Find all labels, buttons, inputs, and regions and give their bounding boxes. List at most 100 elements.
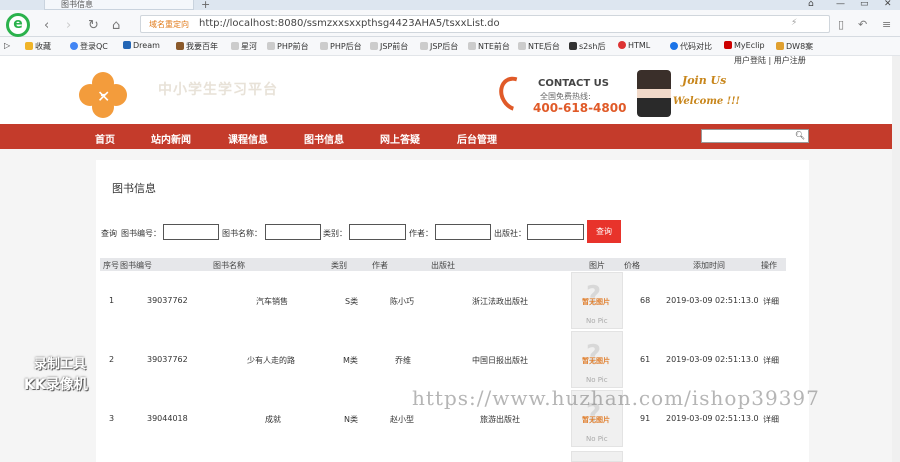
cell-name: 成就 — [265, 415, 281, 424]
address-bar-row: e ‹ › ↻ ⌂ 域名重定向 http://localhost:8080/ss… — [0, 10, 900, 37]
author-input[interactable] — [435, 224, 491, 240]
detail-link[interactable]: 详细 — [763, 355, 779, 366]
page-scrollbar[interactable] — [892, 56, 900, 462]
cell-author: 乔维 — [395, 356, 411, 365]
nav-admin[interactable]: 后台管理 — [457, 131, 497, 146]
no-picture-image: ? 暂无图片 No Pic — [571, 331, 623, 388]
cell-no: 3 — [109, 414, 115, 423]
minimize-button[interactable]: — — [836, 0, 845, 9]
bookmark-item[interactable]: s2sh后 — [569, 41, 606, 52]
filter-label-code: 图书编号： — [121, 229, 161, 238]
bookmark-item[interactable]: NTE后台 — [518, 41, 560, 52]
sidebar-icon[interactable]: ▯ — [838, 18, 844, 31]
refresh-icon[interactable]: ↻ — [88, 18, 99, 33]
detail-link[interactable]: 详细 — [763, 296, 779, 307]
cell-code: 39037762 — [147, 296, 188, 305]
filter-label-name: 图书名称： — [222, 229, 262, 238]
bookmark-item[interactable]: PHP后台 — [320, 41, 362, 52]
bookmark-toggle-icon[interactable]: ▷ — [4, 41, 10, 50]
category-input[interactable] — [349, 224, 406, 240]
nav-books[interactable]: 图书信息 — [304, 131, 344, 146]
site-title: 中小学生学习平台 — [158, 82, 278, 98]
cell-author: 赵小型 — [390, 415, 414, 424]
undo-icon[interactable]: ↶ — [858, 18, 867, 31]
nav-courses[interactable]: 课程信息 — [228, 131, 268, 146]
cell-name: 少有人走的路 — [247, 356, 295, 365]
secure-label: 域名重定向 — [149, 20, 189, 29]
table-header: 序号 图书编号 图书名称 类别 作者 出版社 图片 价格 添加时间 操作 — [100, 258, 786, 271]
url-field[interactable]: 域名重定向 http://localhost:8080/ssmzxxsxxpth… — [140, 15, 830, 33]
publisher-input[interactable] — [527, 224, 584, 240]
cell-time: 2019-03-09 02:51:13.0 — [666, 414, 759, 423]
bookmark-item[interactable]: Dream — [123, 41, 160, 50]
search-button[interactable]: 查询 — [587, 220, 621, 243]
forward-icon[interactable]: › — [66, 18, 71, 33]
bookmark-item[interactable]: JSP前台 — [370, 41, 408, 52]
no-picture-image: ? 暂无图片 No Pic — [571, 272, 623, 329]
pin-icon[interactable]: ⌂ — [808, 0, 814, 9]
nav-qa[interactable]: 网上答疑 — [380, 131, 420, 146]
col-header: 序号 — [103, 261, 119, 270]
nav-home[interactable]: 首页 — [95, 131, 115, 146]
col-header: 操作 — [761, 261, 777, 270]
site-search-input[interactable]: 🔍︎ — [701, 129, 809, 143]
cell-no: 1 — [109, 296, 115, 305]
bookmarks-bar: ▷ 收藏 登录QC Dream 我要百年 星河 PHP前台 PHP后台 JSP前… — [0, 37, 900, 56]
cell-price: 68 — [640, 296, 651, 305]
bookmark-item[interactable]: HTML — [618, 41, 650, 50]
bookmark-item[interactable]: NTE前台 — [468, 41, 510, 52]
cell-publisher: 浙江法政出版社 — [472, 297, 528, 306]
col-header: 价格 — [624, 261, 640, 270]
cell-category: M类 — [343, 356, 358, 365]
bookmark-item[interactable]: DW8案 — [776, 41, 813, 52]
book-name-input[interactable] — [265, 224, 321, 240]
bookmark-item[interactable]: PHP前台 — [267, 41, 309, 52]
bookmark-item[interactable]: 我要百年 — [176, 41, 218, 52]
browser-tab[interactable]: 图书信息 — [44, 0, 194, 10]
cell-price: 91 — [640, 414, 651, 423]
recorder-watermark: KK录像机 — [24, 377, 88, 393]
col-header: 添加时间 — [693, 261, 725, 270]
bookmark-item[interactable]: 代码对比 — [670, 41, 712, 52]
back-icon[interactable]: ‹ — [44, 18, 49, 33]
bookmark-item[interactable]: 收藏 — [25, 41, 51, 52]
cell-publisher: 旅游出版社 — [480, 415, 520, 424]
join-text: Join Us — [682, 74, 727, 87]
url-text: http://localhost:8080/ssmzxxsxxpthsg4423… — [199, 18, 500, 29]
cell-category: S类 — [345, 297, 359, 306]
filter-label-search: 查询 — [101, 229, 117, 238]
lightning-icon[interactable]: ⚡ — [791, 18, 797, 28]
col-header: 类别 — [331, 261, 347, 270]
cell-time: 2019-03-09 02:51:13.0 — [666, 355, 759, 364]
filter-label-category: 类别： — [323, 229, 347, 238]
cell-publisher: 中国日报出版社 — [472, 356, 528, 365]
bookmark-item[interactable]: JSP后台 — [420, 41, 458, 52]
col-header: 图片 — [589, 261, 605, 270]
bookmark-item[interactable]: 登录QC — [70, 41, 108, 52]
detail-link[interactable]: 详细 — [763, 414, 779, 425]
maximize-button[interactable]: ▭ — [860, 0, 869, 9]
book-code-input[interactable] — [163, 224, 219, 240]
cell-price: 61 — [640, 355, 651, 364]
bookmark-item[interactable]: 星河 — [231, 41, 257, 52]
home-icon[interactable]: ⌂ — [112, 18, 120, 33]
user-links[interactable]: 用户登陆 | 用户注册 — [734, 55, 806, 66]
bookmark-item[interactable]: MyEclip — [724, 41, 765, 50]
col-header: 作者 — [372, 261, 388, 270]
banner-photo — [637, 70, 671, 117]
close-button[interactable]: ✕ — [884, 0, 892, 9]
cell-name: 汽车销售 — [256, 297, 288, 306]
menu-icon[interactable]: ≡ — [882, 18, 891, 31]
cell-author: 陈小巧 — [390, 297, 414, 306]
col-header: 出版社 — [431, 261, 455, 270]
welcome-text: Welcome !!! — [673, 96, 740, 107]
tab-title: 图书信息 — [61, 0, 93, 9]
browser-logo-icon: e — [6, 13, 30, 37]
cell-code: 39044018 — [147, 414, 188, 423]
site-logo-icon: ✕ — [79, 72, 127, 118]
phone-icon — [493, 70, 537, 118]
cell-code: 39037762 — [147, 355, 188, 364]
filter-label-author: 作者： — [409, 229, 433, 238]
search-icon[interactable]: 🔍︎ — [795, 131, 805, 140]
nav-news[interactable]: 站内新闻 — [151, 131, 191, 146]
